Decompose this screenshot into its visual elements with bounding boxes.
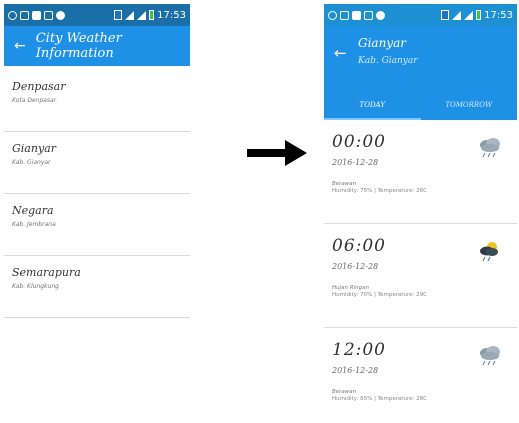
forecast-details: Humidity: 75% | Temperature: 26C xyxy=(332,188,427,194)
message-icon xyxy=(352,10,361,20)
sim-icon xyxy=(441,10,450,20)
status-time: 17:53 xyxy=(157,9,186,21)
status-bar: 17:53 xyxy=(324,4,517,26)
message-icon xyxy=(32,10,41,20)
back-arrow-icon[interactable]: ← xyxy=(334,44,347,62)
forecast-description: Berawan xyxy=(332,389,357,395)
cloudy-rain-icon xyxy=(480,138,500,158)
page-title: City Weather Information xyxy=(35,31,122,61)
city-name: Negara xyxy=(12,204,54,217)
forecast-item: 12:00 2016-12-28 Berawan Humidity: 85% |… xyxy=(324,328,517,423)
app-bar: ← City Weather Information xyxy=(4,26,190,66)
city-item-semarapura[interactable]: Semarapura Kab. Klungkung xyxy=(4,256,190,318)
file-icon xyxy=(44,10,53,20)
city-region: Kab. Jembrana xyxy=(12,221,56,228)
city-region: Kota Denpasar xyxy=(12,97,57,104)
city-list: Denpasar Kota Denpasar Gianyar Kab. Gian… xyxy=(4,70,190,318)
notification-icon xyxy=(376,10,385,20)
city-detail-screen: 17:53 ← Gianyar Kab. Gianyar TODAY TOMOR… xyxy=(324,4,517,423)
forecast-description: Hujan Ringan xyxy=(332,285,369,291)
signal-icon xyxy=(125,10,135,20)
signal-icon xyxy=(464,10,474,20)
whatsapp-icon xyxy=(328,10,337,20)
signal-icon xyxy=(452,10,462,20)
tab-tomorrow[interactable]: TOMORROW xyxy=(421,92,518,120)
forecast-item: 00:00 2016-12-28 Berawan Humidity: 75% |… xyxy=(324,120,517,224)
tab-today[interactable]: TODAY xyxy=(324,92,421,120)
city-item-denpasar[interactable]: Denpasar Kota Denpasar xyxy=(4,70,190,132)
whatsapp-icon xyxy=(8,10,17,20)
city-name: Semarapura xyxy=(12,266,81,279)
forecast-item: 06:00 2016-12-28 Hujan Ringan Humidity: … xyxy=(324,224,517,328)
file-icon xyxy=(364,10,373,20)
signal-icon xyxy=(137,10,147,20)
transition-arrow-icon xyxy=(247,140,307,166)
notification-icon xyxy=(56,10,65,20)
forecast-description: Berawan xyxy=(332,181,357,187)
sun-rain-icon xyxy=(480,242,498,262)
status-bar: 17:53 xyxy=(4,4,190,26)
city-subtitle: Kab. Gianyar xyxy=(358,56,418,66)
detail-header: ← Gianyar Kab. Gianyar TODAY TOMORROW xyxy=(324,26,517,120)
battery-icon xyxy=(149,10,155,20)
gallery-icon xyxy=(20,10,29,20)
city-title: Gianyar xyxy=(358,36,406,50)
city-region: Kab. Klungkung xyxy=(12,283,59,290)
city-region: Kab. Gianyar xyxy=(12,159,51,166)
forecast-details: Humidity: 85% | Temperature: 28C xyxy=(332,396,427,402)
gallery-icon xyxy=(340,10,349,20)
sim-icon xyxy=(114,10,123,20)
battery-icon xyxy=(476,10,482,20)
city-name: Denpasar xyxy=(12,80,66,93)
back-arrow-icon[interactable]: ← xyxy=(14,38,26,54)
city-name: Gianyar xyxy=(12,142,56,155)
city-item-negara[interactable]: Negara Kab. Jembrana xyxy=(4,194,190,256)
cloudy-rain-icon xyxy=(480,346,500,366)
city-item-gianyar[interactable]: Gianyar Kab. Gianyar xyxy=(4,132,190,194)
forecast-details: Humidity: 70% | Temperature: 29C xyxy=(332,292,427,298)
day-tabs: TODAY TOMORROW xyxy=(324,92,517,120)
status-time: 17:53 xyxy=(484,9,513,21)
city-list-screen: 17:53 ← City Weather Information Denpasa… xyxy=(4,4,190,364)
